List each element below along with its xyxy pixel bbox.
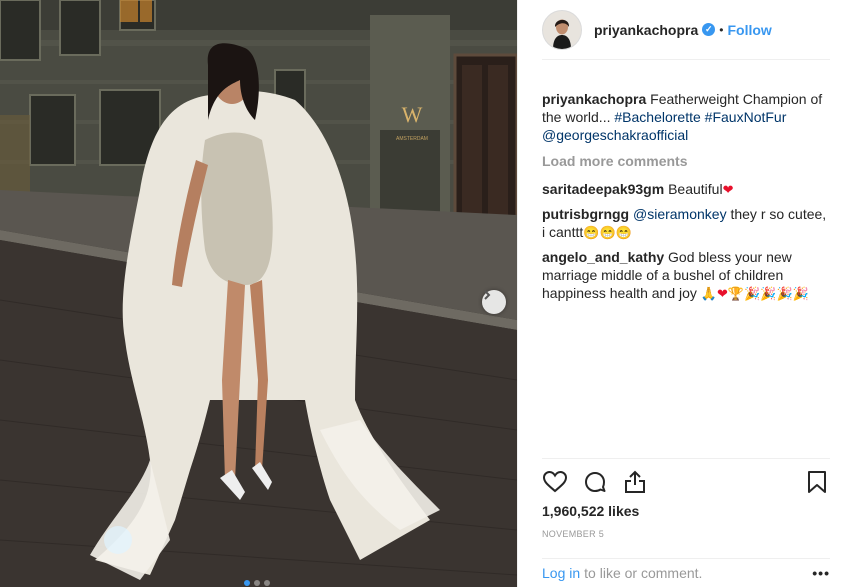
separator-dot: • [719,22,724,37]
party-popper-emoji-icon: 🎉 [776,286,793,301]
comments-list: priyankachopra Featherweight Champion of… [542,90,832,309]
trophy-emoji-icon: 🏆 [727,286,745,301]
carousel-dot [264,580,270,586]
photo-illustration: W AMSTERDAM [0,0,517,587]
avatar[interactable] [542,9,582,50]
more-options-icon[interactable]: ••• [812,565,830,581]
comment-username[interactable]: saritadeepak93gm [542,181,664,197]
hashtag-link[interactable]: #Bachelorette [614,109,700,125]
post-date[interactable]: NOVEMBER 5 [542,529,830,539]
carousel-indicator [244,580,270,586]
party-popper-emoji-icon: 🎉 [744,286,761,301]
grin-emoji-icon: 😁 [599,225,616,240]
comment-item: putrisbgrngg @sieramonkey they r so cute… [542,205,832,242]
hashtag-link[interactable]: #FauxNotFur [705,109,787,125]
grin-emoji-icon: 😁 [615,225,632,240]
hotel-sign: W [402,102,423,127]
verified-badge-icon: ✓ [702,23,716,36]
post-photo[interactable]: W AMSTERDAM [0,0,517,587]
comment-item: saritadeepak93gm Beautiful❤ [542,180,832,199]
mention-link[interactable]: @sieramonkey [633,206,727,222]
party-popper-emoji-icon: 🎉 [792,286,809,301]
carousel-dot [244,580,250,586]
heart-emoji-icon: ❤ [722,182,734,197]
mention-link[interactable]: @georgeschakraofficial [542,127,688,143]
comment-bubble-icon[interactable] [582,469,608,495]
post-side-panel: priyankachopra ✓ • Follow priyankachopra… [517,0,854,587]
post-actions: 1,960,522 likes NOVEMBER 5 [542,458,830,539]
caption: priyankachopra Featherweight Champion of… [542,90,832,144]
likes-count[interactable]: 1,960,522 likes [542,503,830,519]
hotel-sign-text: AMSTERDAM [396,136,428,142]
post-username[interactable]: priyankachopra [594,22,698,38]
share-upload-icon[interactable] [622,469,648,495]
comment-item: angelo_and_kathy God bless your new marr… [542,248,832,303]
login-prompt-text: to like or comment. [584,565,703,581]
grin-emoji-icon: 😁 [583,225,600,240]
comment-username[interactable]: putrisbgrngg [542,206,629,222]
post-header: priyankachopra ✓ • Follow [542,0,830,60]
party-popper-emoji-icon: 🎉 [760,286,777,301]
load-more-comments-button[interactable]: Load more comments [542,152,832,170]
heart-outline-icon[interactable] [542,469,568,495]
comment-username[interactable]: angelo_and_kathy [542,249,664,265]
bookmark-icon[interactable] [804,469,830,495]
carousel-dot [254,580,260,586]
follow-button[interactable]: Follow [727,22,771,38]
login-link[interactable]: Log in [542,565,580,581]
comment-text: Beautiful [668,181,723,197]
carousel-next-button[interactable] [482,290,506,314]
folded-hands-emoji-icon: 🙏 [700,286,717,301]
login-prompt: Log in to like or comment. ••• [542,558,830,587]
instagram-post-view: W AMSTERDAM priyankachopra ✓ • Follow pr… [0,0,854,587]
caption-username[interactable]: priyankachopra [542,91,646,107]
heart-emoji-icon: ❤ [716,286,728,301]
